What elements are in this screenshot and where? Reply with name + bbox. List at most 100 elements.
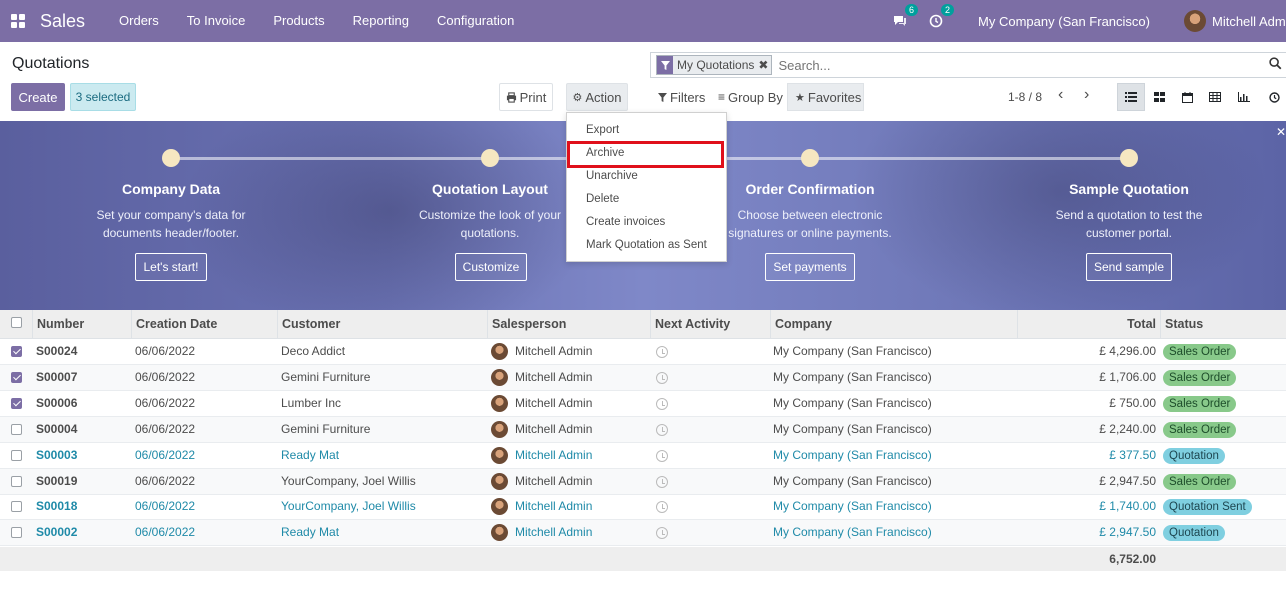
col-creation-date[interactable]: Creation Date [131,310,277,339]
pager-previous-icon[interactable]: ‹ [1058,86,1063,104]
table-row[interactable]: S00007 06/06/2022 Gemini Furniture Mitchell… [0,364,1286,391]
favorites-button[interactable]: ★ Favorites [787,83,864,111]
col-number[interactable]: Number [32,310,132,339]
table-row[interactable]: S00002 06/06/2022 Ready Mat Mitchell Admin M… [0,520,1286,547]
col-total[interactable]: Total [1017,310,1160,339]
cell-company: My Company (San Francisco) [773,369,932,384]
messages-count: 6 [905,4,919,16]
list-view-icon[interactable] [1117,83,1145,111]
app-name[interactable]: Sales [40,11,85,32]
row-checkbox[interactable] [11,475,22,487]
cell-company: My Company (San Francisco) [773,447,932,462]
activity-clock-icon[interactable] [656,371,668,384]
menu-item-create-invoices[interactable]: Create invoices [586,216,665,228]
pager-next-icon[interactable]: › [1084,86,1089,104]
col-customer[interactable]: Customer [277,310,487,339]
col-status[interactable]: Status [1160,310,1286,339]
cell-customer: Gemini Furniture [281,421,371,436]
customize-button[interactable]: Customize [455,253,527,281]
create-button[interactable]: Create [11,83,65,111]
row-checkbox[interactable] [11,397,22,409]
col-next-activity[interactable]: Next Activity [650,310,770,339]
selected-count-badge[interactable]: 3 selected [70,83,136,111]
select-all-checkbox[interactable] [11,317,22,328]
bars-icon: ≡ [718,90,726,104]
set-payments-button[interactable]: Set payments [765,253,855,281]
table-row[interactable]: S00018 06/06/2022 YourCompany, Joel Willis… [0,494,1286,521]
table-row[interactable]: S00019 06/06/2022 YourCompany, Joel Willis… [0,468,1286,495]
status-badge: Sales Order [1163,473,1237,490]
cell-customer: Lumber Inc [281,395,342,410]
page-title: Quotations [12,55,90,72]
activity-clock-icon[interactable] [656,423,668,436]
send-sample-button[interactable]: Send sample [1086,253,1172,281]
activities-clock-icon[interactable]: 2 [926,4,955,31]
row-checkbox[interactable] [11,527,22,539]
activity-clock-icon[interactable] [656,397,668,410]
menu-products[interactable]: Products [259,0,338,42]
cell-date: 06/06/2022 [135,473,196,488]
step-dot [801,149,819,167]
menu-reporting[interactable]: Reporting [339,0,423,42]
row-checkbox[interactable] [11,371,22,383]
groupby-button[interactable]: ≡ Group By [713,83,783,111]
cell-date: 06/06/2022 [135,395,196,410]
calendar-view-icon[interactable] [1173,83,1201,111]
facet-remove-icon[interactable]: ✖ [758,58,771,72]
row-checkbox[interactable] [11,449,22,461]
status-badge: Quotation Sent [1163,499,1252,516]
menu-item-unarchive[interactable]: Unarchive [586,170,638,182]
messages-icon[interactable]: 6 [890,4,919,31]
activity-clock-icon[interactable] [656,475,668,488]
company-switcher[interactable]: My Company (San Francisco) [978,14,1150,29]
salesperson-avatar [491,420,508,438]
lets-start-button[interactable]: Let's start! [135,253,207,281]
banner-close-icon[interactable]: ✕ [1276,125,1286,139]
pager-value[interactable]: 1-8 / 8 [1008,90,1042,104]
step-description: Send a quotation to test the customer po… [1055,208,1203,240]
cell-total: £ 2,947.50 [1099,473,1156,488]
cell-total: £ 377.50 [1109,447,1156,462]
table-row[interactable]: S00006 06/06/2022 Lumber Inc Mitchell Admin… [0,391,1286,417]
menu-orders[interactable]: Orders [105,0,173,42]
cell-total: £ 4,296.00 [1099,344,1156,358]
status-badge: Sales Order [1163,395,1237,412]
print-button[interactable]: Print [499,83,553,111]
search-input[interactable] [778,57,1259,73]
col-salesperson[interactable]: Salesperson [487,310,650,339]
pivot-view-icon[interactable] [1201,83,1229,111]
graph-view-icon[interactable] [1230,83,1258,111]
cell-company: My Company (San Francisco) [773,499,932,514]
cell-customer: YourCompany, Joel Willis [281,473,416,488]
filters-button[interactable]: Filters [652,83,710,111]
col-company[interactable]: Company [770,310,1017,339]
activity-clock-icon[interactable] [656,449,668,462]
row-checkbox[interactable] [11,423,22,435]
table-footer: 6,752.00 [0,547,1286,571]
kanban-view-icon[interactable] [1145,83,1173,111]
row-checkbox[interactable] [11,501,22,513]
star-icon: ★ [795,91,805,104]
menu-item-delete[interactable]: Delete [586,193,619,205]
row-checkbox[interactable] [11,346,22,357]
activity-clock-icon[interactable] [656,501,668,514]
menu-to-invoice[interactable]: To Invoice [173,0,260,42]
table-row[interactable]: S00003 06/06/2022 Ready Mat Mitchell Admin M… [0,443,1286,469]
search-icon[interactable] [1269,57,1282,73]
activity-view-icon[interactable] [1260,83,1286,111]
activity-clock-icon[interactable] [656,527,668,540]
activities-count: 2 [941,4,955,16]
table-row[interactable]: S00024 06/06/2022 Deco Addict Mitchell Admi… [0,339,1286,365]
cell-customer: Gemini Furniture [281,369,371,384]
menu-configuration[interactable]: Configuration [423,0,528,42]
step-dot [481,149,499,167]
menu-item-export[interactable]: Export [586,124,619,136]
user-menu[interactable]: Mitchell Admin [1184,10,1286,32]
table-row[interactable]: S00004 06/06/2022 Gemini Furniture Mitchell… [0,416,1286,443]
activity-clock-icon[interactable] [656,346,668,358]
apps-menu-icon[interactable] [0,0,36,42]
menu-item-mark-sent[interactable]: Mark Quotation as Sent [586,239,707,251]
action-button[interactable]: ⚙ Action [566,83,628,111]
salesperson-avatar [491,498,508,516]
cell-number: S00007 [36,369,78,384]
